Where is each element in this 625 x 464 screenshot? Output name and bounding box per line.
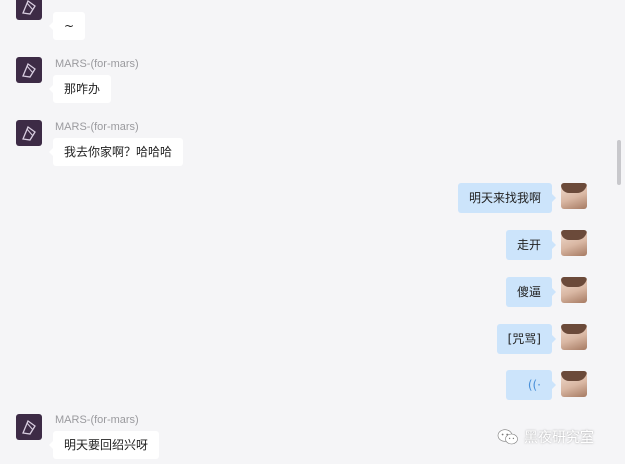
- my-message-bubble[interactable]: 傻逼: [505, 277, 557, 307]
- my-message-bubble[interactable]: 明天来找我啊: [457, 183, 557, 213]
- sender-name: MARS-(for-mars): [55, 414, 139, 426]
- my-avatar[interactable]: [561, 371, 587, 397]
- message-text: 明天来找我啊: [468, 191, 541, 205]
- contact-avatar[interactable]: [16, 57, 42, 83]
- my-avatar[interactable]: [561, 277, 587, 303]
- message-text: 走开: [516, 238, 541, 252]
- chat-panel: ~ MARS-(for-mars) 那咋办 MARS-(for-mars) 我去…: [0, 0, 625, 464]
- sender-name: MARS-(for-mars): [55, 58, 139, 70]
- my-avatar[interactable]: [561, 230, 587, 256]
- my-avatar[interactable]: [561, 183, 587, 209]
- voice-message-bubble[interactable]: ((·: [506, 370, 556, 400]
- wechat-icon: [497, 429, 518, 445]
- watermark: 黑夜研究室: [497, 426, 594, 448]
- message-bubble[interactable]: 那咋办: [48, 75, 112, 103]
- watermark-text: 黑夜研究室: [524, 430, 594, 446]
- my-avatar[interactable]: [561, 324, 587, 350]
- voice-wave-icon: ((·: [527, 378, 541, 392]
- message-text: ~: [64, 19, 75, 33]
- message-text: 明天要回绍兴呀: [64, 438, 149, 452]
- contact-avatar[interactable]: [16, 414, 42, 440]
- message-bubble[interactable]: 我去你家啊？哈哈哈: [48, 138, 184, 166]
- message-bubble[interactable]: 明天要回绍兴呀: [48, 431, 160, 459]
- scrollbar-thumb[interactable]: [617, 140, 621, 185]
- my-message-bubble[interactable]: 走开: [505, 230, 557, 260]
- contact-avatar[interactable]: [16, 120, 42, 146]
- sender-name: MARS-(for-mars): [55, 121, 139, 133]
- message-bubble[interactable]: ~: [48, 12, 86, 40]
- message-text: [咒骂]: [507, 332, 541, 346]
- message-text: 傻逼: [516, 285, 541, 299]
- contact-avatar[interactable]: [16, 0, 42, 20]
- message-text: 我去你家啊？哈哈哈: [64, 145, 173, 159]
- my-message-bubble[interactable]: [咒骂]: [496, 324, 557, 354]
- message-text: 那咋办: [64, 82, 101, 96]
